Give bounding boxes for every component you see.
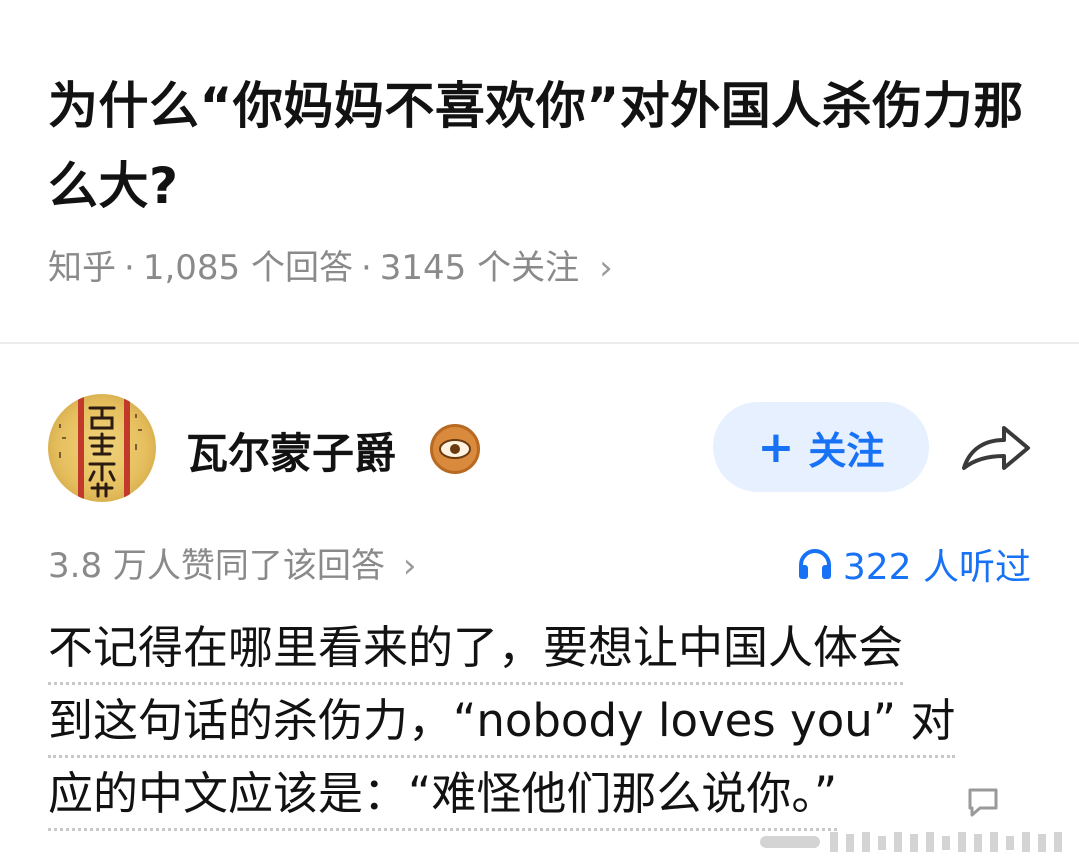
listen-text: 322 人听过 bbox=[842, 547, 1031, 588]
listen-count[interactable]: 322 人听过 bbox=[797, 538, 1031, 590]
follow-button[interactable]: + 关注 bbox=[713, 402, 929, 492]
watermark-graphic bbox=[760, 832, 1062, 852]
plus-icon: + bbox=[757, 421, 795, 473]
chevron-right-icon: › bbox=[599, 248, 613, 288]
author-name[interactable]: 瓦尔蒙子爵 bbox=[186, 420, 396, 481]
meta-separator: · bbox=[124, 248, 135, 288]
comment-bubble-icon[interactable] bbox=[966, 786, 1000, 818]
answer-content[interactable]: 不记得在哪里看来的了，要想让中国人体会 到这句话的杀伤力，“nobody lov… bbox=[48, 612, 1038, 831]
answer-line: 到这句话的杀伤力，“nobody loves you” 对 bbox=[48, 685, 956, 758]
headphones-icon bbox=[798, 549, 831, 579]
followers-count: 3145 个关注 bbox=[379, 248, 580, 288]
eye-icon bbox=[439, 439, 471, 459]
answer-line: 应的中文应该是：“难怪他们那么说你。” bbox=[48, 758, 838, 831]
avatar-calligraphy-icon bbox=[59, 406, 142, 498]
answers-count: 1,085 个回答 bbox=[142, 248, 353, 288]
follow-label: 关注 bbox=[808, 428, 885, 473]
answer-line: 不记得在哪里看来的了，要想让中国人体会 bbox=[48, 612, 904, 685]
chevron-right-icon: › bbox=[402, 546, 417, 586]
author-avatar[interactable] bbox=[48, 394, 156, 502]
votes-summary[interactable]: 3.8 万人赞同了该回答 › bbox=[48, 538, 417, 587]
votes-text: 3.8 万人赞同了该回答 bbox=[48, 546, 385, 586]
question-meta[interactable]: 知乎 · 1,085 个回答 · 3145 个关注 › bbox=[48, 240, 613, 289]
eye-badge-icon bbox=[430, 424, 480, 474]
source-label: 知乎 bbox=[48, 248, 116, 288]
meta-separator: · bbox=[360, 248, 372, 288]
question-title[interactable]: 为什么“你妈妈不喜欢你”对外国人杀伤力那么大? bbox=[48, 66, 1038, 226]
section-divider bbox=[0, 342, 1079, 344]
share-arrow-icon[interactable] bbox=[958, 418, 1034, 478]
